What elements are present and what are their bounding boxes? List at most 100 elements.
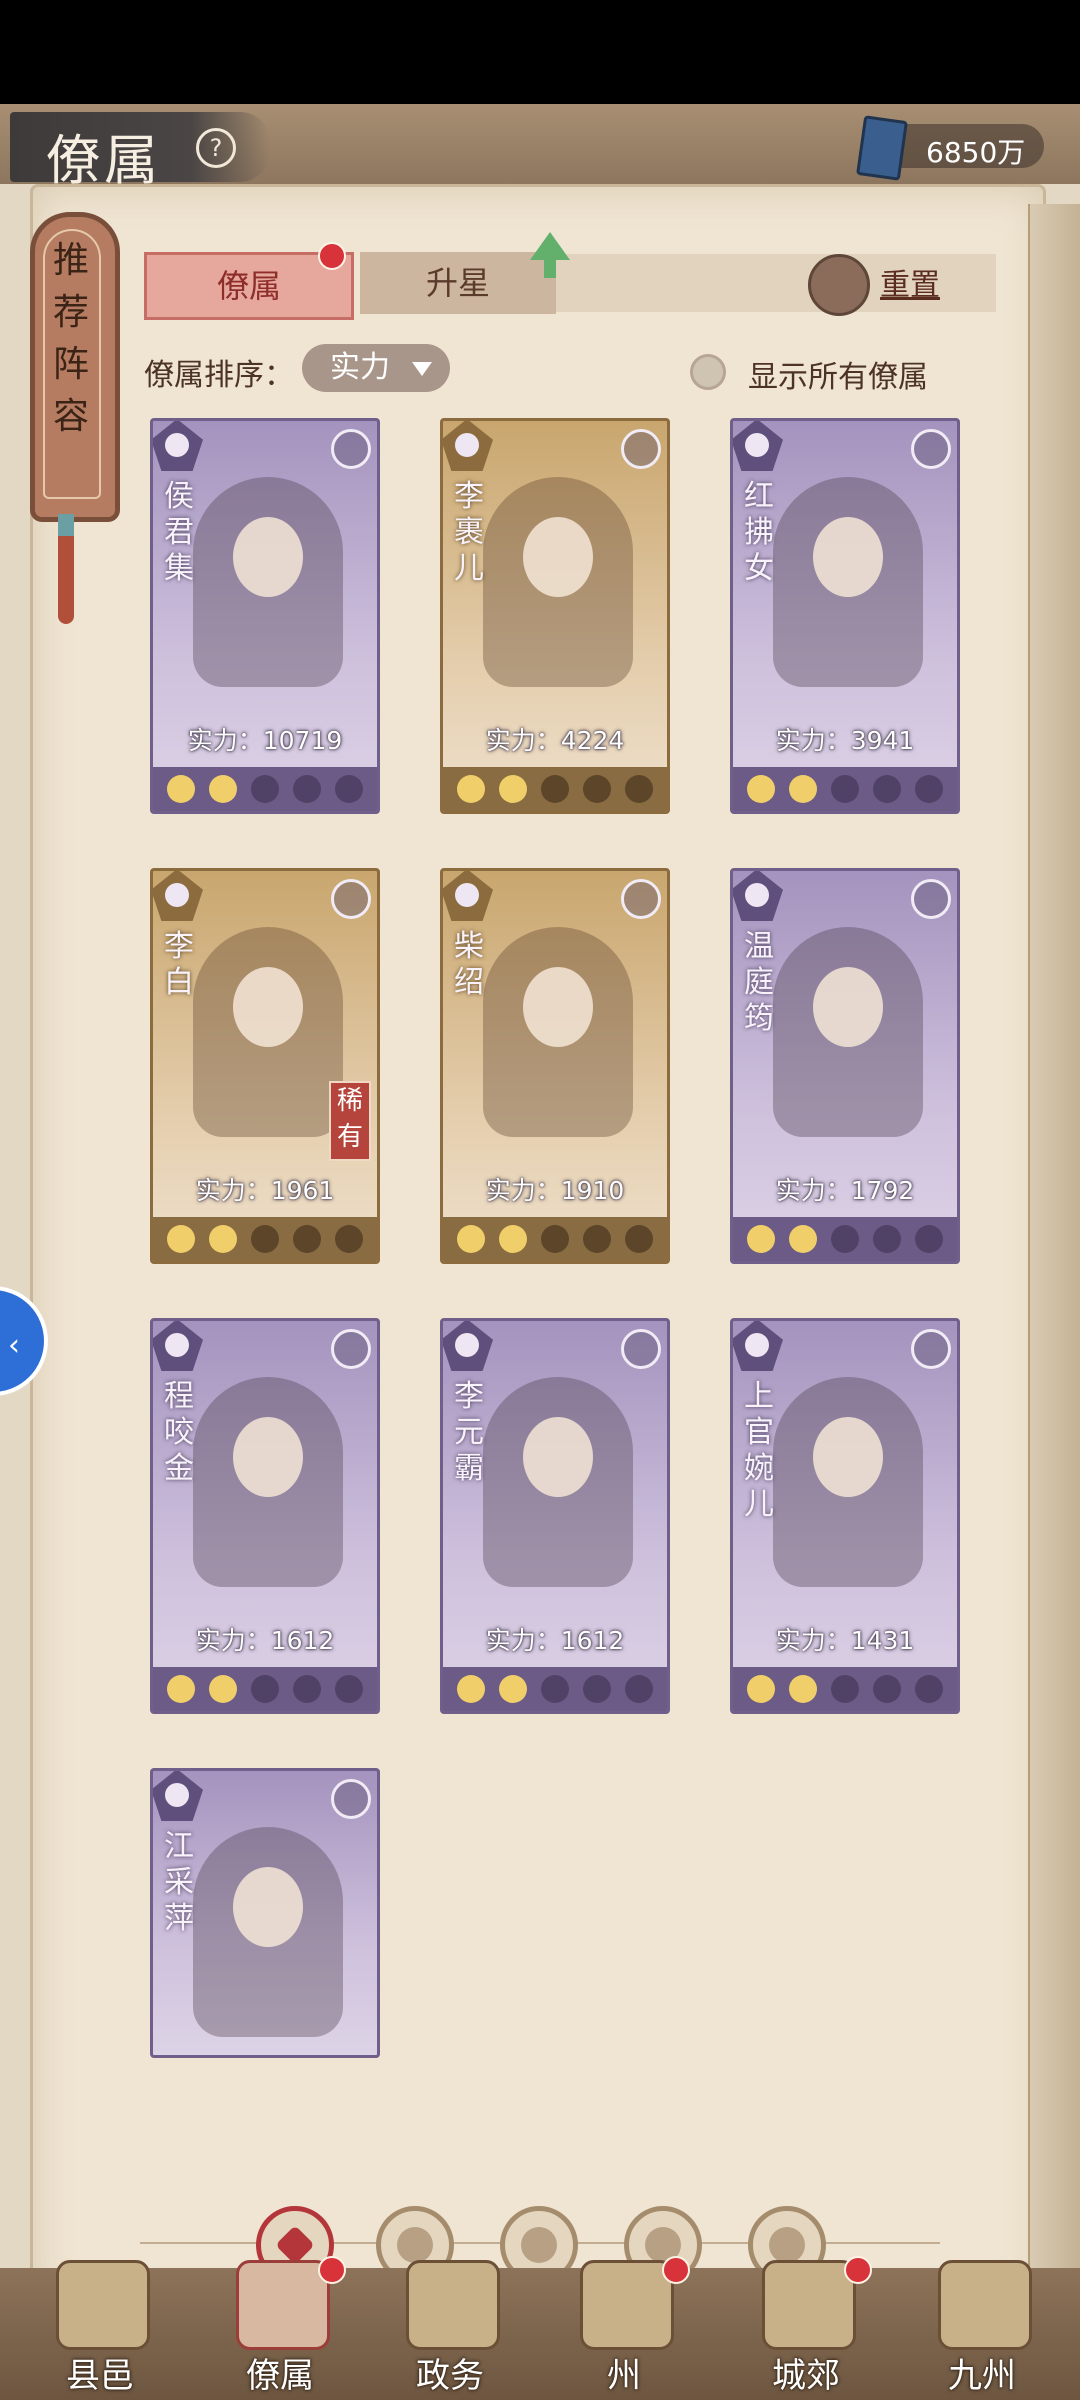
recommended-lineup-label: 推荐阵容 xyxy=(52,240,89,437)
nav-label: 僚属 xyxy=(246,2356,314,2396)
character-name: 柴绍 xyxy=(454,929,484,1000)
nav-item[interactable]: 县邑 xyxy=(34,2250,166,2400)
subordinate-card[interactable]: 红拂女实力：3941 xyxy=(730,418,960,814)
character-name: 上官婉儿 xyxy=(744,1379,774,1522)
power-value: 实力：1612 xyxy=(485,1626,625,1655)
character-face xyxy=(523,517,593,597)
empty-star-icon xyxy=(625,775,653,803)
empty-star-icon xyxy=(251,775,279,803)
character-face xyxy=(813,517,883,597)
moon-star-icon xyxy=(789,775,817,803)
attribute-icon xyxy=(621,1329,661,1369)
subordinate-card[interactable]: 李白 稀有 实力：1961 xyxy=(150,868,380,1264)
tab-star-up[interactable]: 升星 xyxy=(360,252,556,314)
reset-icon[interactable] xyxy=(808,254,870,316)
nav-item[interactable]: 政务 xyxy=(384,2250,516,2400)
empty-star-icon xyxy=(293,1675,321,1703)
empty-star-icon xyxy=(831,775,859,803)
moon-star-icon xyxy=(457,775,485,803)
power-value: 实力：1910 xyxy=(485,1176,625,1205)
subordinate-card[interactable]: 程咬金 实力：1612 xyxy=(150,1318,380,1714)
class-badge-icon xyxy=(443,421,493,471)
empty-star-icon xyxy=(625,1675,653,1703)
empty-star-icon xyxy=(625,1225,653,1253)
character-name: 江采萍 xyxy=(164,1829,194,1936)
empty-star-icon xyxy=(583,1225,611,1253)
nav-item[interactable]: 州 xyxy=(558,2250,690,2400)
nav-badge-dot xyxy=(318,2256,346,2284)
moon-star-icon xyxy=(499,1225,527,1253)
empty-star-icon xyxy=(251,1675,279,1703)
recommended-lineup-button[interactable]: 推荐阵容 xyxy=(30,212,120,522)
power-value: 实力：1612 xyxy=(195,1626,335,1655)
empty-star-icon xyxy=(873,775,901,803)
nav-item[interactable]: 九州 xyxy=(916,2250,1048,2400)
nav-item[interactable]: 城郊 xyxy=(740,2250,872,2400)
empty-star-icon xyxy=(831,1675,859,1703)
subordinate-card[interactable]: 柴绍实力：1910 xyxy=(440,868,670,1264)
chevron-left-icon: ‹ xyxy=(8,1328,20,1363)
empty-star-icon xyxy=(831,1225,859,1253)
empty-star-icon xyxy=(541,1225,569,1253)
moon-star-icon xyxy=(747,1675,775,1703)
show-all-toggle[interactable] xyxy=(690,354,726,390)
empty-star-icon xyxy=(293,775,321,803)
empty-star-icon xyxy=(335,1675,363,1703)
show-all-label[interactable]: 显示所有僚属 xyxy=(748,352,928,396)
subordinate-card[interactable]: 江采萍 xyxy=(150,1768,380,2058)
attribute-icon xyxy=(911,429,951,469)
moon-star-icon xyxy=(747,1225,775,1253)
attribute-icon xyxy=(331,429,371,469)
moon-star-icon xyxy=(167,775,195,803)
power-value: 实力：1431 xyxy=(775,1626,915,1655)
moon-star-icon xyxy=(167,1225,195,1253)
nav-building-icon xyxy=(236,2260,330,2350)
moon-star-icon xyxy=(747,775,775,803)
class-badge-icon xyxy=(153,1321,203,1371)
attribute-icon xyxy=(621,429,661,469)
empty-star-icon xyxy=(335,1225,363,1253)
moon-star-icon xyxy=(209,1225,237,1253)
subordinate-card[interactable]: 上官婉儿实力：1431 xyxy=(730,1318,960,1714)
subordinate-card[interactable]: 李元霸 实力：1612 xyxy=(440,1318,670,1714)
help-icon[interactable]: ? xyxy=(196,128,236,168)
star-rating xyxy=(733,1667,957,1711)
empty-star-icon xyxy=(541,775,569,803)
subordinate-card[interactable]: 李裹儿 实力：4224 xyxy=(440,418,670,814)
character-name: 李白 xyxy=(164,929,194,1000)
character-name: 红拂女 xyxy=(744,479,774,586)
moon-star-icon xyxy=(499,1675,527,1703)
nav-building-icon xyxy=(56,2260,150,2350)
character-face xyxy=(233,967,303,1047)
sort-label: 僚属排序： xyxy=(144,358,294,393)
class-badge-icon xyxy=(443,1321,493,1371)
moon-star-icon xyxy=(457,1675,485,1703)
currency-value: 6850万 xyxy=(926,136,1026,169)
class-badge-icon xyxy=(733,1321,783,1371)
class-badge-icon xyxy=(153,421,203,471)
nav-label: 州 xyxy=(607,2356,641,2396)
reset-button[interactable]: 重置 xyxy=(880,260,940,304)
character-face xyxy=(813,1417,883,1497)
character-face xyxy=(523,1417,593,1497)
class-badge-icon xyxy=(443,871,493,921)
power-value: 实力：3941 xyxy=(775,726,915,755)
subordinate-card[interactable]: 温庭筠 实力：1792 xyxy=(730,868,960,1264)
nav-building-icon xyxy=(406,2260,500,2350)
star-rating xyxy=(733,767,957,811)
character-face xyxy=(813,967,883,1047)
power-value: 实力：1792 xyxy=(775,1176,915,1205)
nav-item[interactable]: 僚属 xyxy=(214,2250,346,2400)
star-rating xyxy=(733,1217,957,1261)
subordinate-card[interactable]: 侯君集 实力：10719 xyxy=(150,418,380,814)
moon-star-icon xyxy=(789,1675,817,1703)
class-badge-icon xyxy=(153,1771,203,1821)
empty-star-icon xyxy=(583,775,611,803)
moon-star-icon xyxy=(209,775,237,803)
empty-star-icon xyxy=(251,1225,279,1253)
star-rating xyxy=(443,1217,667,1261)
book-page-edge xyxy=(1028,204,1080,2304)
rare-tag: 稀有 xyxy=(329,1081,371,1161)
sort-dropdown[interactable]: 实力 xyxy=(302,344,450,392)
nav-badge-dot xyxy=(662,2256,690,2284)
